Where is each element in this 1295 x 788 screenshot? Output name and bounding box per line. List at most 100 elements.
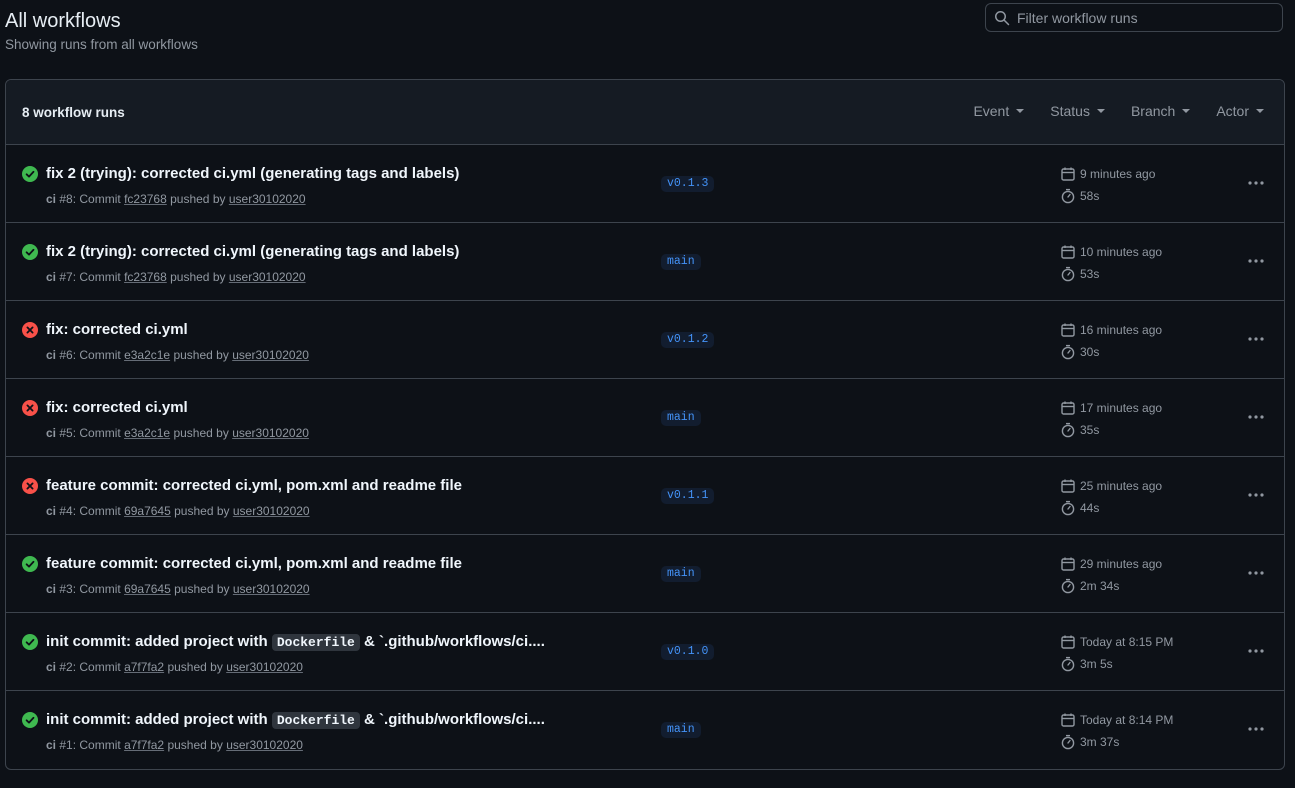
run-number: #6 [59, 348, 73, 362]
stopwatch-icon [1060, 422, 1080, 438]
commit-sha-link[interactable]: 69a7645 [124, 504, 171, 518]
branch-badge[interactable]: v0.1.2 [661, 332, 715, 348]
commit-sha-link[interactable]: fc23768 [124, 270, 167, 284]
run-meta: ci #6: Commit e3a2c1e pushed by user3010… [46, 348, 309, 362]
kebab-menu-icon[interactable] [1246, 407, 1266, 427]
filter-runs-box[interactable] [985, 3, 1283, 32]
run-title-link[interactable]: feature commit: corrected ci.yml, pom.xm… [46, 555, 462, 573]
run-title-link[interactable]: fix 2 (trying): corrected ci.yml (genera… [46, 243, 459, 261]
run-number: #4 [59, 504, 73, 518]
run-time-text: Today at 8:14 PM [1080, 713, 1174, 727]
chevron-down-icon [1182, 109, 1191, 113]
kebab-menu-icon[interactable] [1246, 563, 1266, 583]
run-number: #2 [59, 660, 73, 674]
kebab-menu-icon[interactable] [1246, 173, 1266, 193]
user-link[interactable]: user30102020 [232, 426, 309, 440]
user-link[interactable]: user30102020 [232, 348, 309, 362]
commit-sha-link[interactable]: a7f7fa2 [124, 738, 164, 752]
run-duration: 53s [1060, 266, 1099, 282]
run-title-link[interactable]: init commit: added project with Dockerfi… [46, 711, 545, 730]
user-link[interactable]: user30102020 [229, 270, 306, 284]
run-timestamp: 9 minutes ago [1060, 166, 1155, 182]
user-link[interactable]: user30102020 [233, 582, 310, 596]
run-time-text: Today at 8:15 PM [1080, 635, 1174, 649]
stopwatch-icon [1060, 578, 1080, 594]
run-timestamp: 17 minutes ago [1060, 400, 1162, 416]
commit-sha-link[interactable]: e3a2c1e [124, 348, 170, 362]
run-duration: 3m 37s [1060, 734, 1119, 750]
run-meta: ci #3: Commit 69a7645 pushed by user3010… [46, 582, 310, 596]
calendar-icon [1060, 634, 1080, 650]
run-meta: ci #1: Commit a7f7fa2 pushed by user3010… [46, 738, 303, 752]
run-duration-text: 58s [1080, 189, 1100, 203]
run-time-text: 29 minutes ago [1080, 557, 1163, 571]
kebab-menu-icon[interactable] [1246, 251, 1266, 271]
branch-badge[interactable]: main [661, 410, 701, 426]
pushed-by-label: pushed by [173, 426, 229, 440]
commit-sha-link[interactable]: e3a2c1e [124, 426, 170, 440]
workflow-run-row: init commit: added project with Dockerfi… [6, 691, 1284, 769]
run-title-text: init commit: added project with [46, 711, 272, 728]
commit-sha-link[interactable]: 69a7645 [124, 582, 171, 596]
branch-badge[interactable]: v0.1.3 [661, 176, 715, 192]
chevron-down-icon [1256, 109, 1264, 113]
run-title-text: fix 2 (trying): corrected ci.yml (genera… [46, 165, 460, 182]
branch-filter-label: Branch [1130, 103, 1176, 119]
branch-badge[interactable]: main [661, 254, 701, 270]
branch-filter-dropdown[interactable]: Branch [1130, 103, 1191, 119]
pushed-by-label: pushed by [174, 582, 230, 596]
status-filter-dropdown[interactable]: Status [1050, 103, 1105, 119]
run-title-text: & `.github/workflows/ci.... [359, 633, 545, 650]
run-time-text: 9 minutes ago [1080, 167, 1156, 181]
workflow-name: ci [46, 348, 57, 362]
commit-label: : Commit [72, 270, 121, 284]
run-duration-text: 3m 5s [1080, 657, 1113, 671]
event-filter-dropdown[interactable]: Event [973, 103, 1025, 119]
run-title-link[interactable]: init commit: added project with Dockerfi… [46, 633, 545, 652]
user-link[interactable]: user30102020 [226, 738, 303, 752]
filter-runs-input[interactable] [1017, 7, 1272, 28]
page-header: All workflows Showing runs from all work… [5, 0, 1285, 60]
run-meta: ci #2: Commit a7f7fa2 pushed by user3010… [46, 660, 303, 674]
pushed-by-label: pushed by [174, 504, 230, 518]
kebab-menu-icon[interactable] [1246, 641, 1266, 661]
success-check-icon [22, 244, 38, 260]
run-title-text: feature commit: corrected ci.yml, pom.xm… [46, 555, 462, 572]
actor-filter-dropdown[interactable]: Actor [1216, 103, 1264, 119]
kebab-menu-icon[interactable] [1246, 329, 1266, 349]
run-title-link[interactable]: feature commit: corrected ci.yml, pom.xm… [46, 477, 462, 495]
branch-badge[interactable]: v0.1.0 [661, 644, 715, 660]
stopwatch-icon [1060, 266, 1080, 282]
workflow-run-row: init commit: added project with Dockerfi… [6, 613, 1284, 691]
workflow-runs-list: 8 workflow runs Event Status Branch Acto… [5, 79, 1285, 770]
run-title-link[interactable]: fix: corrected ci.yml [46, 399, 188, 417]
user-link[interactable]: user30102020 [226, 660, 303, 674]
kebab-menu-icon[interactable] [1246, 485, 1266, 505]
branch-badge[interactable]: main [661, 722, 701, 738]
stopwatch-icon [1060, 656, 1080, 672]
run-time-text: 10 minutes ago [1080, 245, 1163, 259]
failure-x-icon [22, 478, 38, 494]
run-timestamp: 10 minutes ago [1060, 244, 1162, 260]
run-title-text: init commit: added project with [46, 633, 272, 650]
commit-sha-link[interactable]: fc23768 [124, 192, 167, 206]
commit-sha-link[interactable]: a7f7fa2 [124, 660, 164, 674]
run-timestamp: Today at 8:14 PM [1060, 712, 1173, 728]
run-title-link[interactable]: fix 2 (trying): corrected ci.yml (genera… [46, 165, 459, 183]
run-number: #5 [59, 426, 73, 440]
user-link[interactable]: user30102020 [233, 504, 310, 518]
run-count: 8 workflow runs [22, 105, 125, 120]
calendar-icon [1060, 322, 1080, 338]
run-title-code: Dockerfile [271, 712, 360, 729]
branch-badge[interactable]: main [661, 566, 701, 582]
workflow-run-row: fix 2 (trying): corrected ci.yml (genera… [6, 145, 1284, 223]
branch-badge[interactable]: v0.1.1 [661, 488, 715, 504]
chevron-down-icon [1016, 109, 1025, 113]
run-number: #3 [59, 582, 73, 596]
kebab-menu-icon[interactable] [1246, 719, 1266, 739]
stopwatch-icon [1060, 188, 1080, 204]
run-number: #7 [59, 270, 73, 284]
workflow-run-row: feature commit: corrected ci.yml, pom.xm… [6, 457, 1284, 535]
user-link[interactable]: user30102020 [229, 192, 306, 206]
run-title-link[interactable]: fix: corrected ci.yml [46, 321, 188, 339]
